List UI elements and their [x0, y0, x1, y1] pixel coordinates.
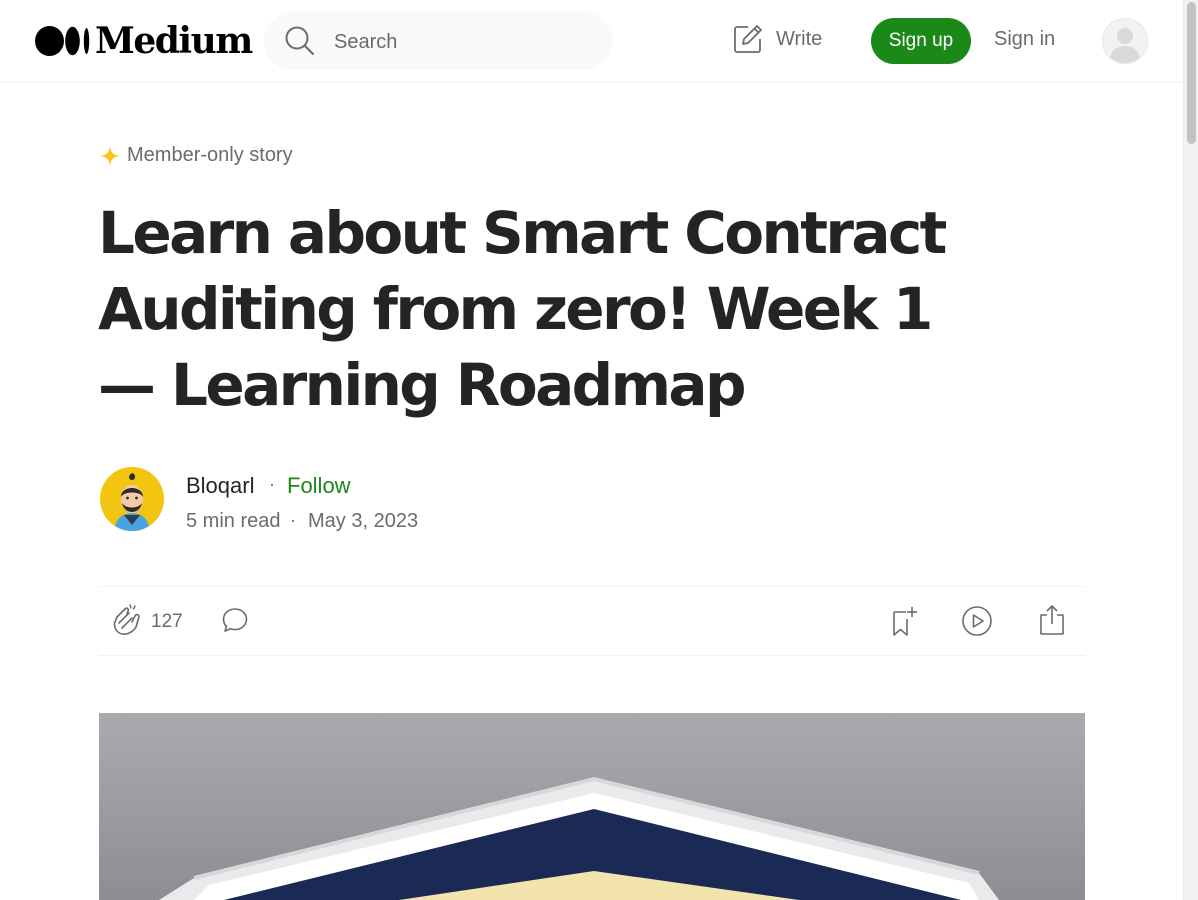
comment-button[interactable]: [221, 606, 249, 639]
user-avatar-icon: [1103, 19, 1147, 63]
search-icon: [285, 26, 314, 55]
member-only-badge: Member-only story: [99, 144, 293, 167]
clap-count: 127: [151, 611, 183, 632]
sparkle-star-icon: [100, 145, 120, 166]
author-name[interactable]: Bloqarl: [186, 473, 254, 499]
scrollbar-thumb[interactable]: [1187, 2, 1196, 144]
article-title: Learn about Smart Contract Auditing from…: [98, 199, 947, 419]
bookmark-add-icon: [893, 607, 917, 636]
listen-button[interactable]: [961, 605, 993, 642]
save-bookmark-button[interactable]: [891, 605, 919, 642]
author-avatar[interactable]: [100, 467, 164, 531]
page-scrollbar[interactable]: [1183, 0, 1198, 900]
hero-illustration: [99, 713, 1085, 900]
top-navbar: Medium Write Sign up Sign in: [0, 0, 1183, 83]
comment-icon: [222, 608, 248, 632]
author-avatar-image: [100, 467, 164, 531]
follow-button[interactable]: Follow: [287, 473, 351, 499]
read-time: 5 min read: [186, 510, 281, 532]
publish-date: May 3, 2023: [308, 510, 419, 532]
pencil-square-icon: [734, 25, 762, 53]
member-only-label: Member-only story: [127, 144, 293, 166]
share-button[interactable]: [1039, 604, 1065, 641]
clap-button[interactable]: [111, 603, 143, 642]
medium-logo-icon: [35, 26, 90, 56]
write-button[interactable]: Write: [732, 23, 822, 55]
article-action-bar: 127: [99, 586, 1085, 656]
user-avatar[interactable]: [1102, 18, 1148, 64]
clap-icon: [113, 604, 140, 635]
separator-dot: ·: [290, 510, 296, 530]
medium-logo[interactable]: Medium: [35, 20, 253, 62]
logo-wordmark: Medium: [95, 20, 253, 62]
write-label: Write: [776, 27, 823, 50]
separator-dot: ·: [269, 474, 275, 494]
search-input[interactable]: [332, 26, 596, 58]
search-bar[interactable]: [264, 12, 612, 70]
share-icon: [1040, 605, 1064, 635]
play-icon: [962, 606, 992, 636]
sign-in-link[interactable]: Sign in: [994, 28, 1055, 51]
sign-up-button[interactable]: Sign up: [871, 18, 971, 64]
hero-image: [99, 713, 1085, 900]
